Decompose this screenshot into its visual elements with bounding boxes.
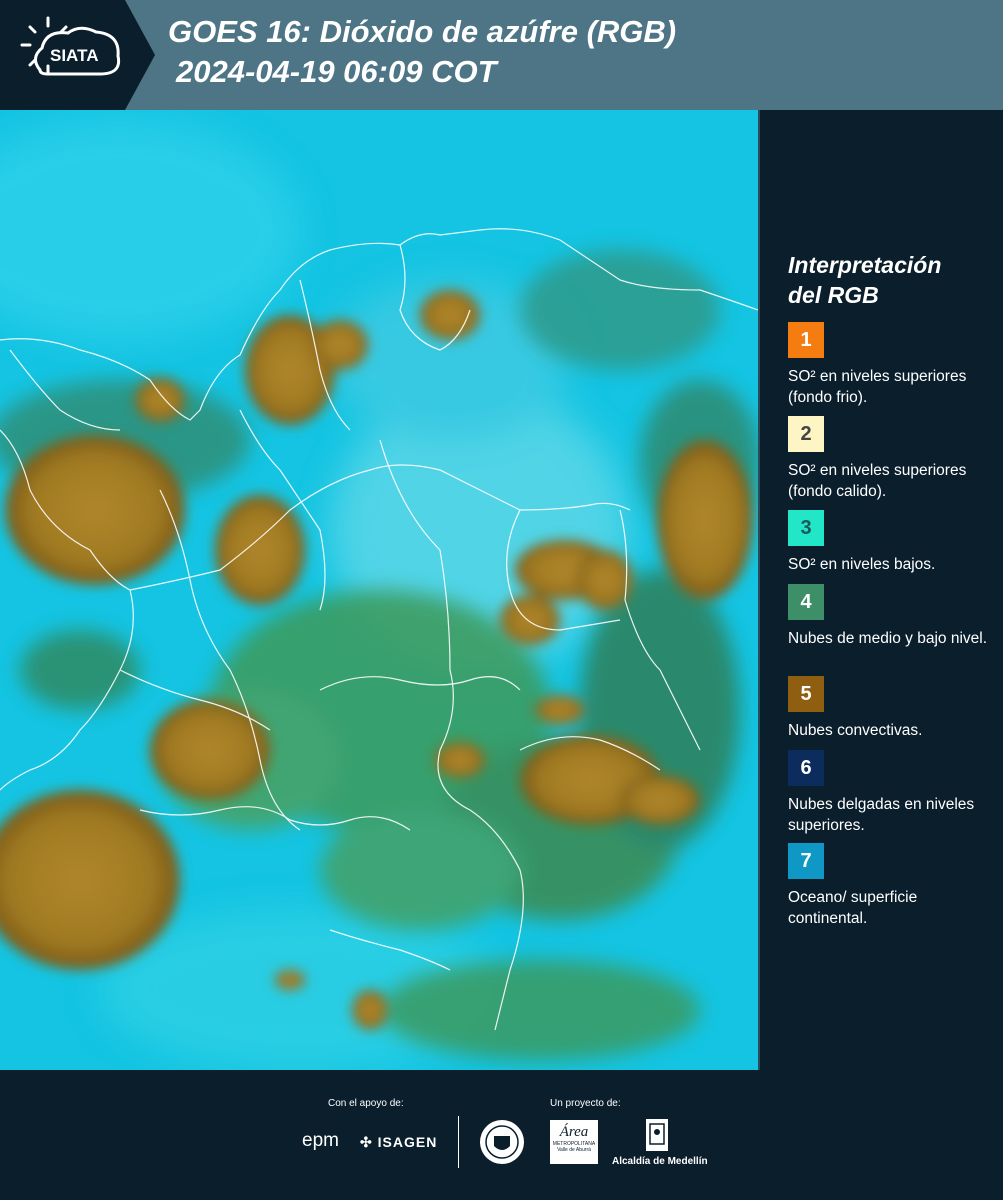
legend-swatch-3: 3 (788, 510, 824, 546)
footer-divider (458, 1116, 459, 1168)
legend-swatch-2: 2 (788, 416, 824, 452)
legend-item-7: 7 Oceano/ superficie continental. (788, 843, 993, 929)
legend-item-1: 1 SO² en niveles superiores (fondo frio)… (788, 322, 993, 408)
project-label: Un proyecto de: (550, 1098, 621, 1109)
legend-panel: Interpretación del RGB 1 SO² en niveles … (760, 110, 1003, 1070)
page-title: GOES 16: Dióxido de azúfre (RGB) (168, 14, 677, 49)
epm-logo: epm (302, 1130, 339, 1151)
medellin-seal-icon (480, 1120, 524, 1164)
alcaldia-label: Alcaldía de Medellín (612, 1156, 708, 1167)
legend-item-6: 6 Nubes delgadas en niveles superiores. (788, 750, 993, 836)
header: SIATA GOES 16: Dióxido de azúfre (RGB) 2… (0, 0, 1003, 110)
satellite-image (0, 110, 758, 1070)
legend-swatch-6: 6 (788, 750, 824, 786)
legend-swatch-1: 1 (788, 322, 824, 358)
area-metropolitana-logo: Área METROPOLITANA Valle de Aburrá (550, 1120, 598, 1164)
legend-item-2: 2 SO² en niveles superiores (fondo calid… (788, 416, 993, 502)
alcaldia-shield-icon (646, 1119, 668, 1151)
page-timestamp: 2024-04-19 06:09 COT (176, 54, 497, 89)
isagen-logo: ✣ ISAGEN (360, 1134, 438, 1150)
support-label: Con el apoyo de: (328, 1098, 404, 1109)
legend-swatch-7: 7 (788, 843, 824, 879)
svg-text:SIATA: SIATA (50, 46, 98, 65)
legend-swatch-5: 5 (788, 676, 824, 712)
siata-logo: SIATA (0, 0, 155, 110)
legend-item-4: 4 Nubes de medio y bajo nivel. (788, 584, 993, 649)
legend-item-5: 5 Nubes convectivas. (788, 676, 993, 741)
footer: Con el apoyo de: Un proyecto de: epm ✣ I… (0, 1070, 1003, 1200)
legend-swatch-4: 4 (788, 584, 824, 620)
isagen-icon: ✣ (360, 1134, 373, 1150)
legend-title: Interpretación del RGB (788, 252, 942, 308)
satellite-map (0, 110, 758, 1070)
legend-item-3: 3 SO² en niveles bajos. (788, 510, 993, 575)
